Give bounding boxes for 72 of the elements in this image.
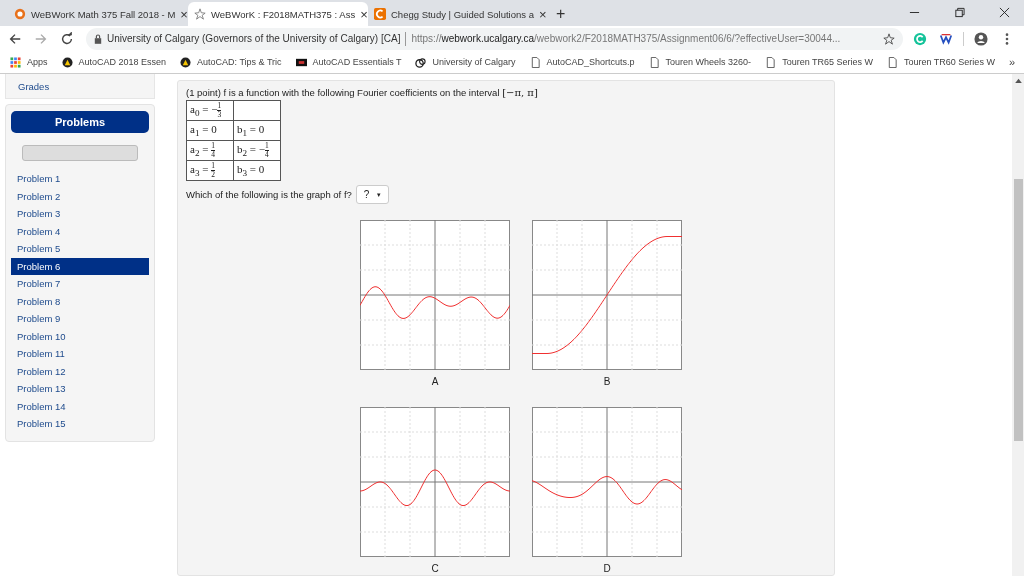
- problem-link[interactable]: Problem 5: [11, 240, 149, 258]
- graph[interactable]: [532, 220, 682, 370]
- video-icon: [295, 56, 307, 68]
- graph-label: D: [603, 563, 611, 574]
- problem-link[interactable]: Problem 13: [11, 380, 149, 398]
- logo-icon: [415, 56, 427, 68]
- page-icon: [648, 56, 660, 68]
- question-text: Which of the following is the graph of f?: [186, 189, 352, 200]
- table-cell: a$_{1}$ = 0: [186, 120, 234, 141]
- problem-link[interactable]: Problem 7: [11, 275, 149, 293]
- graph-label: B: [603, 376, 611, 387]
- close-icon[interactable]: ×: [180, 6, 188, 22]
- graph[interactable]: [360, 407, 510, 557]
- table-cell: b$_{1}$ = 0: [233, 120, 281, 141]
- graph[interactable]: [360, 220, 510, 370]
- logo-icon: [61, 56, 73, 68]
- close-icon[interactable]: ×: [538, 6, 547, 22]
- bookmark[interactable]: Touren Wheels 3260-: [648, 56, 752, 68]
- close-icon[interactable]: ×: [360, 6, 368, 22]
- problem-link[interactable]: Problem 15: [11, 415, 149, 433]
- problem-link[interactable]: Problem 11: [11, 345, 149, 363]
- address-bar[interactable]: University of Calgary (Governors of the University of Calgary) [CA] https://webwork.ucalgary.ca/webwork2/F2018MATH375/Assignment06/6/?effectiveUser=30044...: [86, 27, 903, 50]
- bookmark[interactable]: Touren TR65 Series W: [765, 56, 873, 68]
- close-icon[interactable]: [999, 7, 1010, 18]
- scrollbar-thumb[interactable]: [1013, 179, 1023, 441]
- problems-header: Problems: [11, 111, 149, 133]
- restore-icon[interactable]: [954, 7, 965, 18]
- problem-link[interactable]: Problem 1: [11, 170, 149, 188]
- graph-label: A: [431, 376, 439, 387]
- bookmark[interactable]: Apps: [10, 56, 48, 68]
- graph-label: C: [431, 563, 439, 574]
- apps-grid-icon: [10, 56, 21, 68]
- problem-link[interactable]: Problem 6: [11, 257, 149, 275]
- problem-link[interactable]: Problem 3: [11, 205, 149, 223]
- reload-icon[interactable]: [60, 31, 74, 46]
- problem-link[interactable]: Problem 2: [11, 187, 149, 205]
- page-icon: [765, 56, 777, 68]
- problem-link[interactable]: Problem 10: [11, 327, 149, 345]
- new-tab-button[interactable]: +: [556, 5, 566, 23]
- more-bookmarks-button[interactable]: »: [1008, 56, 1015, 68]
- back-icon[interactable]: [8, 31, 22, 46]
- badge-icon: [14, 8, 26, 20]
- bookmark[interactable]: University of Calgary: [415, 56, 516, 68]
- problem-link[interactable]: Problem 9: [11, 310, 149, 328]
- logo-icon: [180, 56, 192, 68]
- problem-link[interactable]: Problem 8: [11, 292, 149, 310]
- bookmark-star-icon[interactable]: [883, 32, 895, 45]
- scroll-up-icon[interactable]: [1014, 78, 1022, 83]
- page-icon: [887, 56, 898, 68]
- problem-link[interactable]: Problem 14: [11, 397, 149, 415]
- page-icon: [529, 56, 541, 68]
- graph[interactable]: [532, 407, 682, 557]
- table-cell: b$_{3}$ = 0: [233, 160, 281, 181]
- grades-link[interactable]: Grades: [18, 81, 50, 92]
- problem-link[interactable]: Problem 12: [11, 362, 149, 380]
- browser-tab[interactable]: WeBWorK Math 375 Fall 2018 - M ×: [8, 2, 188, 26]
- bookmark[interactable]: AutoCAD Essentials T: [295, 56, 402, 68]
- profile-icon[interactable]: [974, 31, 988, 46]
- bookmark[interactable]: Touren TR60 Series W: [887, 56, 995, 68]
- star-icon: [194, 8, 206, 20]
- browser-tab[interactable]: WeBWorK : F2018MATH375 : Ass ×: [188, 2, 368, 26]
- site-identity: University of Calgary (Governors of the University of Calgary) [CA]: [107, 33, 401, 44]
- chegg-icon: [374, 8, 386, 20]
- lock-icon: [94, 33, 102, 44]
- url-text: https://webwork.ucalgary.ca/webwork2/F2018MATH375/Assignment06/6/?effectiveUser=30044...: [411, 33, 841, 44]
- browser-tab[interactable]: Chegg Study | Guided Solutions a ×: [368, 2, 548, 26]
- extension-icon[interactable]: [939, 31, 953, 46]
- problem-statement: (1 point) f is a function with the following Fourier coefficients on the interval [−π, π]: [186, 87, 539, 98]
- bookmark[interactable]: AutoCAD_Shortcuts.p: [529, 56, 635, 68]
- bookmark[interactable]: AutoCAD 2018 Essen: [61, 56, 167, 68]
- problem-link[interactable]: Problem 4: [11, 222, 149, 240]
- bookmark[interactable]: AutoCAD: Tips & Tric: [180, 56, 282, 68]
